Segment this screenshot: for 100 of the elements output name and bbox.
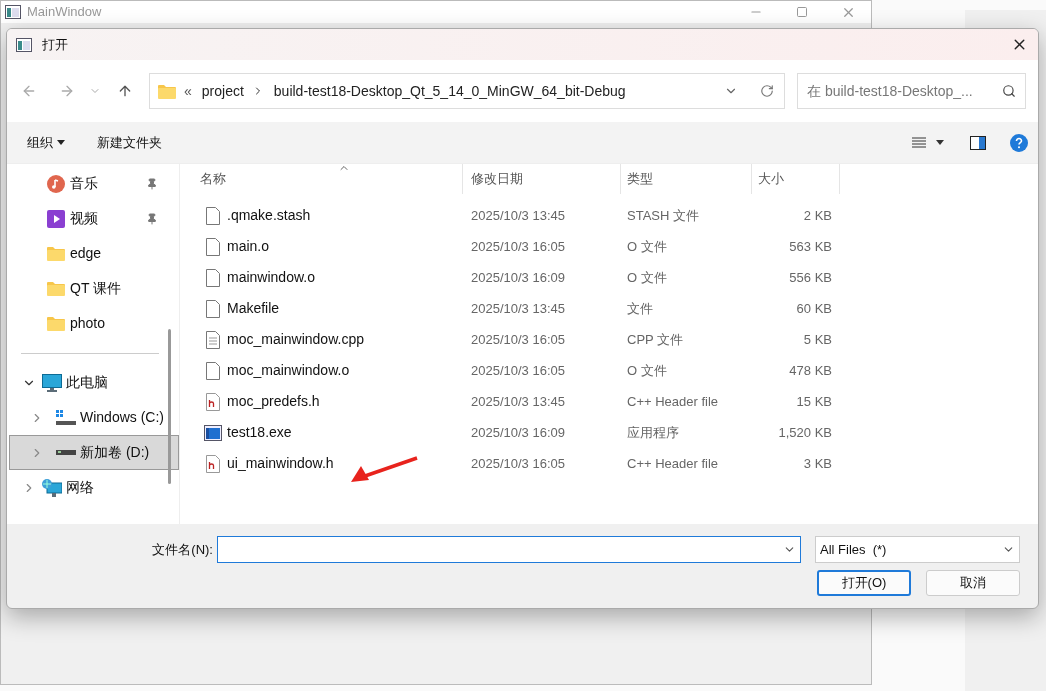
file-icon <box>206 361 220 380</box>
cancel-button[interactable]: 取消 <box>926 570 1020 596</box>
file-row[interactable]: .qmake.stash 2025/10/3 13:45 STASH 文件 2 KB <box>180 200 1038 231</box>
breadcrumb[interactable]: project <box>201 80 244 102</box>
table-cell-text: STASH 文件 <box>626 206 700 225</box>
help-icon[interactable] <box>1010 133 1028 152</box>
table-cell-text: 2025/10/3 13:45 <box>470 392 566 411</box>
table-cell-text: 2025/10/3 13:45 <box>470 206 566 225</box>
table-cell-text: 3 KB <box>802 454 832 473</box>
table-cell-text: O 文件 <box>626 268 668 287</box>
scrollbar-thumb[interactable] <box>168 329 171 484</box>
file-row[interactable]: main.o 2025/10/3 16:05 O 文件 563 KB <box>180 231 1038 262</box>
column-header[interactable]: 类型 <box>621 164 752 194</box>
table-cell-text: C++ Header file <box>626 454 720 473</box>
organize-menu[interactable]: 组织 <box>27 132 65 153</box>
window-title: MainWindow <box>27 3 102 22</box>
table-cell-text: 2025/10/3 16:09 <box>470 268 566 287</box>
maximize-icon <box>796 6 808 18</box>
table-cell-text: 2025/10/3 16:05 <box>470 330 566 349</box>
sidebar-item[interactable]: 视频 <box>9 201 179 236</box>
table-cell-text: 15 KB <box>795 392 832 411</box>
up-icon[interactable] <box>117 83 133 99</box>
music-note-icon <box>47 174 65 193</box>
column-header[interactable]: 名称 <box>180 164 463 194</box>
folder-icon <box>47 316 65 331</box>
file-name: .qmake.stash <box>227 206 311 225</box>
table-cell-text: 556 KB <box>788 268 832 287</box>
text-file-icon <box>206 330 220 349</box>
table-cell-text: 60 KB <box>795 299 832 318</box>
table-cell-text: CPP 文件 <box>626 330 685 349</box>
file-name: main.o <box>227 237 270 256</box>
sidebar-item[interactable]: 新加卷 (D:) <box>9 435 179 470</box>
table-cell-text: 1,520 KB <box>777 423 832 442</box>
sidebar-label: 网络 <box>66 478 94 497</box>
overflow-chevrons[interactable]: « <box>184 80 192 102</box>
view-caret-icon[interactable] <box>936 140 944 145</box>
drive-icon <box>56 409 76 426</box>
file-icon <box>206 268 220 287</box>
table-cell-text: C++ Header file <box>626 392 720 411</box>
file-name: ui_mainwindow.h <box>227 454 334 473</box>
file-row[interactable]: mainwindow.o 2025/10/3 16:09 O 文件 556 KB <box>180 262 1038 293</box>
video-play-icon <box>47 209 65 228</box>
file-row[interactable]: moc_predefs.h 2025/10/3 13:45 C++ Header file 15 KB <box>180 386 1038 417</box>
network-icon <box>42 478 62 497</box>
sidebar-item[interactable]: edge <box>9 236 179 271</box>
preview-pane-icon[interactable] <box>970 135 986 150</box>
sidebar-item[interactable]: Windows (C:) <box>9 400 179 435</box>
sidebar-label: 新加卷 (D:) <box>80 443 150 462</box>
search-icon <box>1002 84 1016 98</box>
file-icon <box>206 299 220 318</box>
forward-icon[interactable] <box>59 83 75 99</box>
table-cell-text: O 文件 <box>626 361 668 380</box>
open-button[interactable]: 打开(O) <box>817 570 911 596</box>
refresh-icon[interactable] <box>760 84 774 98</box>
column-header[interactable]: 修改日期 <box>463 164 621 194</box>
file-row[interactable]: moc_mainwindow.o 2025/10/3 16:05 O 文件 478 KB <box>180 355 1038 386</box>
file-row[interactable]: test18.exe 2025/10/3 16:09 应用程序 1,520 KB <box>180 417 1038 448</box>
view-list-icon[interactable] <box>912 137 926 148</box>
app-icon <box>5 5 21 19</box>
sidebar-item[interactable]: 网络 <box>9 470 179 505</box>
table-cell-text: 5 KB <box>802 330 832 349</box>
table-cell-text: 563 KB <box>788 237 832 256</box>
sidebar-label: 音乐 <box>70 174 98 193</box>
column-header[interactable]: 大小 <box>752 164 840 194</box>
table-cell-text: 478 KB <box>788 361 832 380</box>
file-icon <box>206 237 220 256</box>
new-folder-button[interactable]: 新建文件夹 <box>97 132 162 153</box>
sidebar-item[interactable]: 此电脑 <box>9 365 179 400</box>
file-row[interactable]: Makefile 2025/10/3 13:45 文件 60 KB <box>180 293 1038 324</box>
table-cell-text: 2025/10/3 16:05 <box>470 454 566 473</box>
file-name: moc_mainwindow.cpp <box>227 330 364 349</box>
header-file-icon <box>206 392 220 411</box>
table-cell-text: 应用程序 <box>626 423 680 442</box>
sidebar-label: photo <box>70 314 106 333</box>
breadcrumb[interactable]: build-test18-Desktop_Qt_5_14_0_MinGW_64_bit-Debug <box>273 80 626 102</box>
filename-field[interactable] <box>217 536 801 563</box>
sidebar-item[interactable]: 音乐 <box>9 166 179 201</box>
search-field[interactable]: 在 build-test18-Desktop_... <box>797 73 1026 109</box>
file-row[interactable]: moc_mainwindow.cpp 2025/10/3 16:05 CPP 文件 5 KB <box>180 324 1038 355</box>
arrow-annotation <box>351 456 419 484</box>
sidebar-item[interactable]: QT 课件 <box>9 271 179 306</box>
table-cell-text: 2025/10/3 13:45 <box>470 299 566 318</box>
table-cell-text: 文件 <box>626 299 654 318</box>
address-bar[interactable]: « project build-test18-Desktop_Qt_5_14_0_MinGW_64_bit-Debug <box>149 73 785 109</box>
sidebar-item[interactable]: photo <box>9 306 179 341</box>
file-icon <box>206 206 220 225</box>
table-cell-text: 2025/10/3 16:09 <box>470 423 566 442</box>
file-name: moc_predefs.h <box>227 392 320 411</box>
file-name: mainwindow.o <box>227 268 315 287</box>
folder-icon <box>47 246 65 261</box>
file-row[interactable]: ui_mainwindow.h 2025/10/3 16:05 C++ Header file 3 KB <box>180 448 1038 479</box>
back-icon[interactable] <box>21 83 37 99</box>
file-name: test18.exe <box>227 423 292 442</box>
sidebar-label: QT 课件 <box>70 279 122 298</box>
program-icon <box>204 424 222 441</box>
filename-label: 文件名(N): <box>152 540 213 559</box>
table-cell-text: 2 KB <box>802 206 832 225</box>
file-type-select[interactable]: All Files (*) <box>815 536 1020 563</box>
sidebar-label: edge <box>70 244 102 263</box>
header-file-icon <box>206 454 220 473</box>
